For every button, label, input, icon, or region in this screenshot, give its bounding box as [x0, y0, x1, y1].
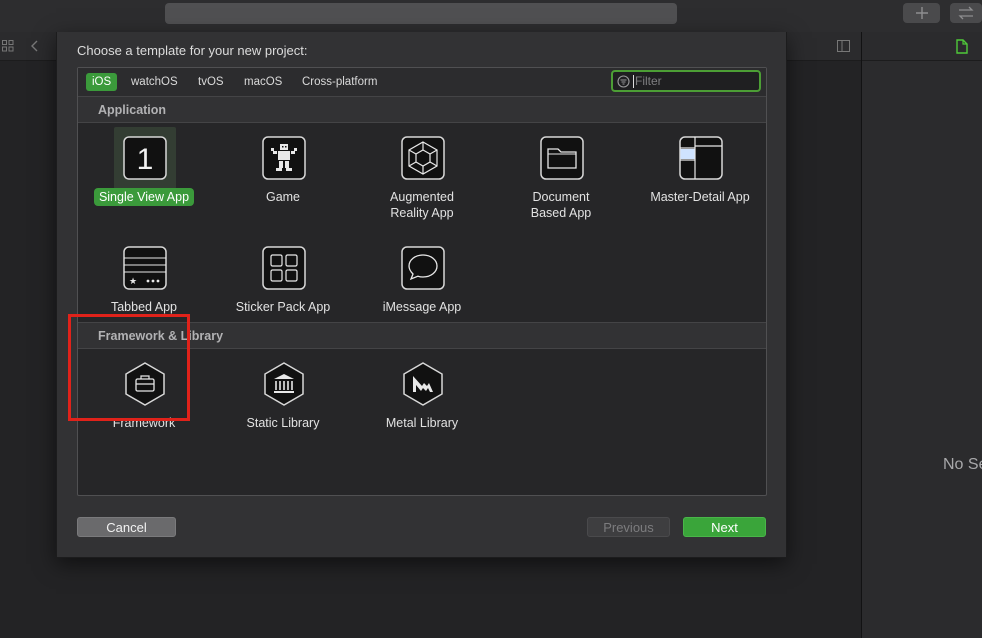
- imessage-bubble-icon: [401, 246, 445, 290]
- filter-field[interactable]: [611, 70, 761, 92]
- plus-icon: [915, 7, 928, 19]
- template-label: Augmented Reality App: [390, 190, 454, 220]
- annotation-highlight-box: [68, 314, 190, 421]
- code-review-button[interactable]: [950, 3, 982, 23]
- tab-macos[interactable]: macOS: [238, 73, 288, 91]
- section-header-application: Application: [78, 97, 766, 123]
- template-label: Static Library: [246, 416, 320, 430]
- platform-tab-bar: iOS watchOS tvOS macOS Cross-platform: [78, 68, 766, 97]
- library-add-button[interactable]: [903, 3, 940, 23]
- file-inspector-icon[interactable]: [956, 39, 968, 54]
- text-caret: [633, 75, 634, 88]
- template-label: iMessage App: [382, 300, 462, 314]
- master-detail-icon: [679, 136, 723, 180]
- inspector-tab-bar: [862, 32, 982, 61]
- split-editor-icon[interactable]: [837, 40, 850, 52]
- augmented-reality-icon: [401, 136, 445, 180]
- arrows-swap-icon: [958, 6, 974, 20]
- template-panel: iOS watchOS tvOS macOS Cross-platform Ap…: [77, 67, 767, 496]
- tab-tvos[interactable]: tvOS: [192, 73, 230, 91]
- inspector-pane: No Se: [861, 32, 982, 638]
- tab-ios[interactable]: iOS: [86, 73, 118, 91]
- template-label: Document Based App: [530, 190, 592, 220]
- template-label: Tabbed App: [110, 300, 178, 314]
- sticker-pack-icon: [262, 246, 306, 290]
- cancel-button[interactable]: Cancel: [77, 517, 176, 537]
- no-selection-text: No Se: [943, 456, 982, 473]
- grid-icon[interactable]: [2, 40, 14, 52]
- filter-icon: [617, 75, 630, 88]
- window-toolbar: [0, 0, 982, 33]
- single-view-app-icon: 1: [123, 136, 167, 180]
- document-folder-icon: [540, 136, 584, 180]
- template-label: Game: [265, 190, 301, 204]
- tab-watchos[interactable]: watchOS: [125, 73, 184, 91]
- svg-text:1: 1: [137, 143, 154, 176]
- static-library-building-icon: [264, 362, 304, 406]
- previous-button[interactable]: Previous: [587, 517, 670, 537]
- metal-library-icon: [403, 362, 443, 406]
- next-button[interactable]: Next: [683, 517, 766, 537]
- template-label: Master-Detail App: [650, 190, 750, 204]
- game-icon: [262, 136, 306, 180]
- activity-viewer: [165, 3, 677, 24]
- new-project-sheet: Choose a template for your new project: …: [56, 32, 787, 558]
- sheet-title: Choose a template for your new project:: [77, 43, 308, 58]
- tab-cross-platform[interactable]: Cross-platform: [296, 73, 383, 91]
- template-label: Metal Library: [385, 416, 459, 430]
- tabbed-app-icon: ★: [123, 246, 167, 290]
- filter-input[interactable]: [635, 73, 753, 89]
- chevron-left-icon[interactable]: [30, 40, 38, 52]
- template-label: Single View App: [80, 188, 208, 206]
- section-title-application: Application: [98, 103, 167, 117]
- template-label: Sticker Pack App: [235, 300, 331, 314]
- svg-text:★: ★: [129, 277, 137, 287]
